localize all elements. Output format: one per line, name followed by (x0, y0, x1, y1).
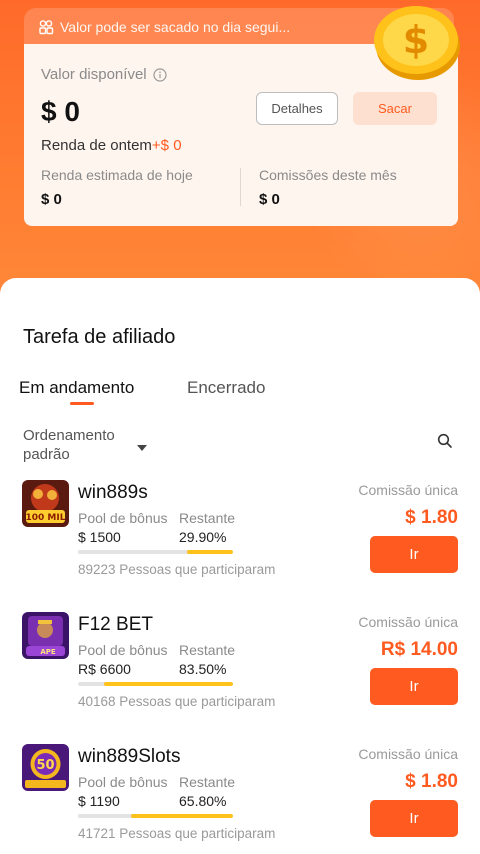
yesterday-value: +$ 0 (151, 137, 182, 154)
task-item: APE F12 BET Pool de bônus Restante R$ 66… (0, 612, 480, 732)
users-icon (38, 19, 54, 35)
month-commissions-value: $ 0 (259, 191, 280, 208)
task-thumbnail: 50 (22, 744, 69, 791)
stat-divider (240, 168, 241, 206)
remaining-value: 29.90% (179, 529, 227, 545)
participants-count: 89223 Pessoas que participaram (78, 562, 276, 577)
pool-value: $ 1500 (78, 529, 121, 545)
sort-dropdown[interactable]: Ordenamento padrão (23, 426, 133, 464)
commission-label: Comissão única (358, 614, 458, 630)
available-label: Valor disponível (41, 66, 147, 83)
commission-label: Comissão única (358, 746, 458, 762)
withdraw-button[interactable]: Sacar (353, 92, 437, 125)
pool-value: R$ 6600 (78, 661, 131, 677)
today-estimated-value: $ 0 (41, 191, 62, 208)
yesterday-label: Renda de ontem (41, 137, 152, 154)
remaining-progress-bar (78, 682, 233, 686)
affiliate-task-sheet: Tarefa de afiliado Em andamento Encerrad… (0, 278, 480, 854)
remaining-value: 83.50% (179, 661, 227, 677)
month-commissions-label: Comissões deste mês (259, 167, 397, 183)
remaining-progress-fill (131, 814, 233, 818)
remaining-label: Restante (179, 774, 236, 790)
pool-value: $ 1190 (78, 793, 120, 809)
remaining-label: Restante (179, 642, 236, 658)
coin-icon: $ (370, 0, 464, 84)
commission-value: $ 1.80 (405, 507, 458, 528)
pool-label: Pool de bônus (78, 510, 168, 526)
task-item: 50 win889Slots Pool de bônus Restante $ … (0, 744, 480, 854)
commission-value: R$ 14.00 (380, 639, 458, 660)
active-tab-indicator (70, 402, 94, 405)
go-button[interactable]: Ir (370, 536, 458, 573)
go-button[interactable]: Ir (370, 800, 458, 837)
thumb-label: 100 MIL (26, 513, 66, 523)
commission-value: $ 1.80 (405, 771, 458, 792)
notice-text: Valor pode ser sacado no dia segui... (60, 19, 291, 35)
details-button[interactable]: Detalhes (256, 92, 338, 125)
balance-value: $ 0 (41, 96, 80, 127)
info-icon[interactable] (153, 67, 167, 82)
participants-count: 40168 Pessoas que participaram (78, 694, 276, 709)
remaining-progress-fill (186, 550, 233, 554)
commission-label: Comissão única (358, 482, 458, 498)
go-button[interactable]: Ir (370, 668, 458, 705)
today-estimated-label: Renda estimada de hoje (41, 167, 193, 183)
yesterday-income: Renda de ontem+$ 0 (41, 137, 182, 154)
pool-label: Pool de bônus (78, 642, 168, 658)
section-title: Tarefa de afiliado (23, 326, 176, 348)
remaining-progress-bar (78, 814, 233, 818)
tab-closed[interactable]: Encerrado (187, 378, 265, 398)
available-label-row: Valor disponível (41, 66, 167, 83)
pool-label: Pool de bônus (78, 774, 168, 790)
month-commissions-stat: Comissões deste mês $ 0 (259, 167, 397, 208)
task-name: win889Slots (78, 746, 181, 767)
caret-down-icon[interactable] (137, 438, 147, 456)
remaining-progress-fill (103, 682, 233, 686)
remaining-label: Restante (179, 510, 236, 526)
participants-count: 41721 Pessoas que participaram (78, 826, 276, 841)
remaining-value: 65.80% (179, 793, 227, 809)
remaining-progress-bar (78, 550, 233, 554)
tab-in-progress[interactable]: Em andamento (19, 378, 134, 398)
task-name: win889s (78, 482, 148, 503)
task-name: F12 BET (78, 614, 153, 635)
today-estimated-stat: Renda estimada de hoje $ 0 (41, 167, 193, 208)
task-thumbnail: APE (22, 612, 69, 659)
task-item: 100 MIL win889s Pool de bônus Restante $… (0, 480, 480, 600)
task-thumbnail: 100 MIL (22, 480, 69, 527)
thumb-label: 50 (36, 758, 54, 773)
svg-text:$: $ (403, 18, 429, 62)
search-icon[interactable] (437, 433, 453, 454)
thumb-label: APE (40, 648, 56, 656)
